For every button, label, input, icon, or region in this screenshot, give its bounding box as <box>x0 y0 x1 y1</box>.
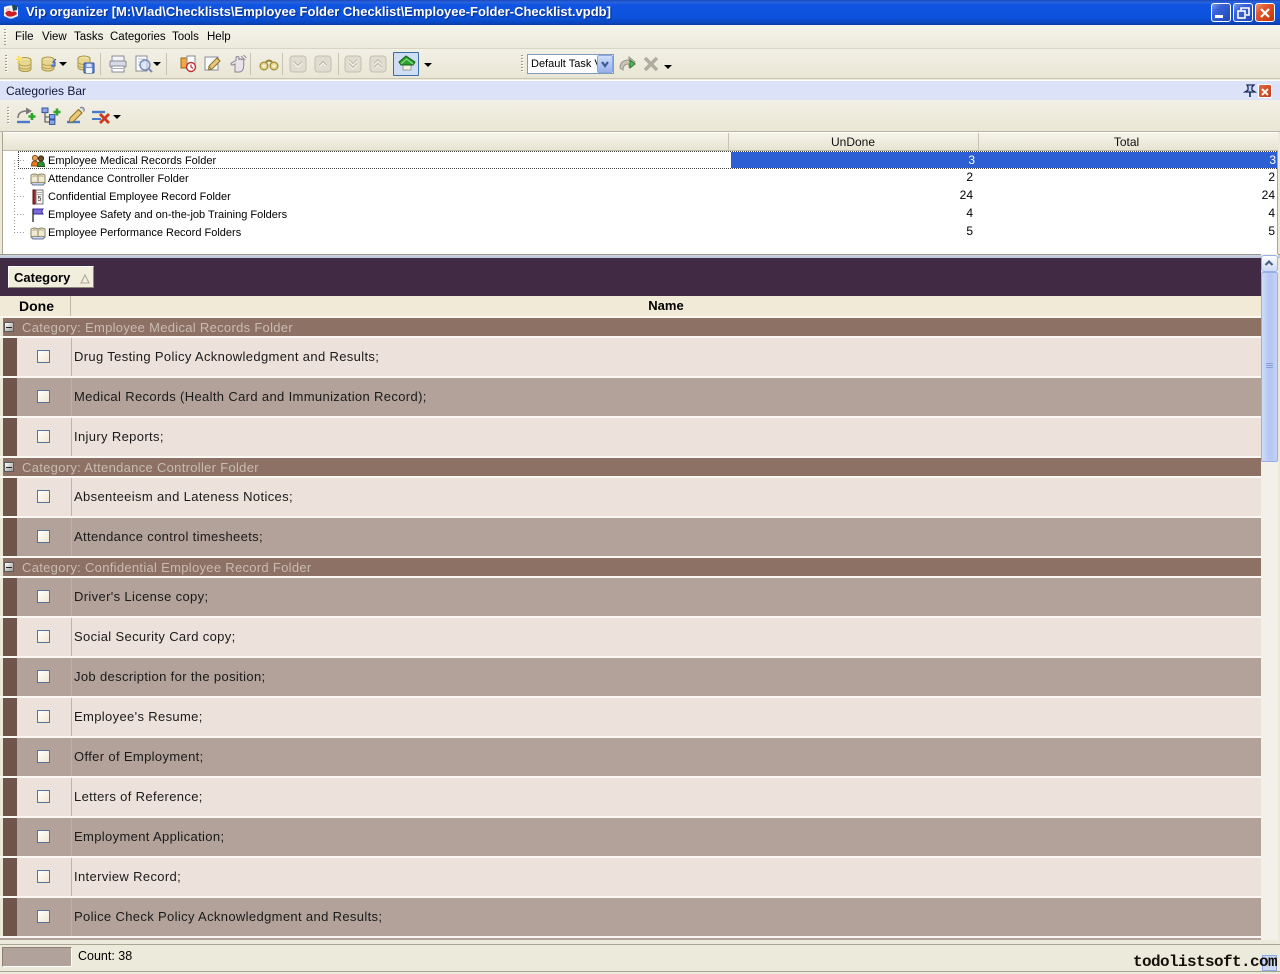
svg-text:5: 5 <box>38 196 42 203</box>
